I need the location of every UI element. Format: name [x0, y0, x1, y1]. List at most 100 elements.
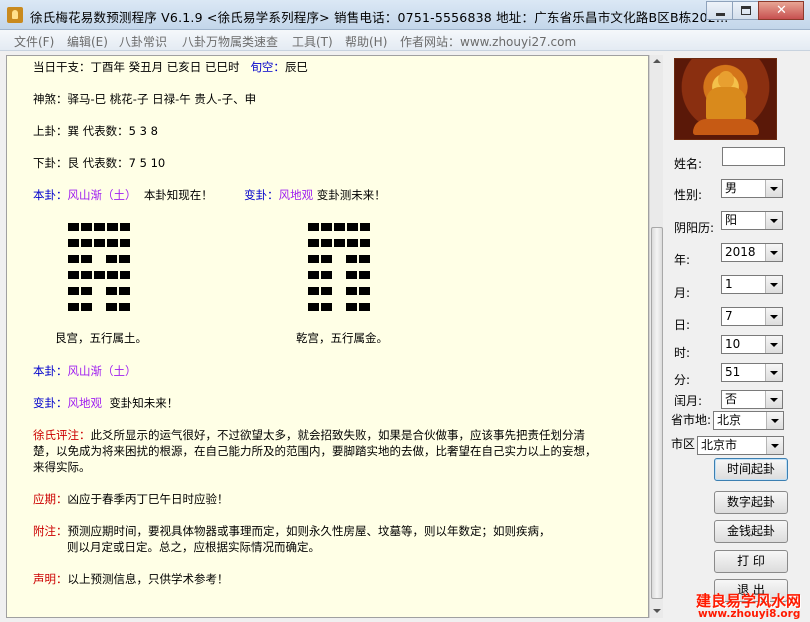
chevron-down-icon[interactable] [765, 212, 782, 229]
yin-segment-right [346, 255, 370, 263]
right-palace: 乾宫，五行属金。 [296, 331, 388, 345]
minimize-button[interactable] [706, 1, 733, 20]
menu-help[interactable]: 帮助(H) [345, 33, 387, 50]
bengua2-line: 本卦：风山渐（土） [33, 363, 137, 379]
gender-label: 性别: [674, 188, 703, 202]
comment-line-1: 徐氏评注：此爻所显示的运气很好，不过欲望太多，就会招致失败，如果是合伙做事，应该… [33, 427, 585, 443]
yin-segment-right [106, 255, 130, 263]
fuzhu-text-1: 预测应期时间，要视具体物器或事理而定，如则永久性房屋、坟墓等，则以年数定；如则疾… [67, 524, 551, 538]
day-select[interactable]: 7 [721, 307, 783, 326]
calendar-label: 阴阳历: [674, 221, 715, 235]
hour-select[interactable]: 10 [721, 335, 783, 354]
bengua-name: 风山渐（土） [67, 188, 137, 202]
lotus-base [693, 119, 759, 135]
shanggua-line: 上卦：巽 代表数：5 3 8 [33, 124, 158, 138]
yang-segment [308, 239, 370, 247]
yang-line [308, 223, 370, 231]
scroll-down-arrow[interactable] [651, 604, 663, 618]
menu-tools[interactable]: 工具(T) [292, 33, 333, 50]
bengua2-name: 风山渐（土） [67, 364, 137, 378]
ganzhi-text: 当日干支：丁酉年 癸丑月 已亥日 已巳时 [33, 60, 240, 74]
biangua-note: 变卦测未来！ [316, 188, 386, 202]
chevron-down-icon[interactable] [766, 412, 783, 429]
chevron-down-icon[interactable] [765, 276, 782, 293]
hour-label: 时: [674, 346, 691, 360]
window-controls: ✕ [706, 1, 804, 20]
yin-line [68, 255, 130, 263]
gua-summary-line: 本卦：风山渐（土） 本卦知现在！ 变卦：风地观 变卦测未来！ [33, 187, 386, 203]
shengming-line: 声明：以上预测信息，只供学术参考！ [33, 571, 229, 587]
yang-line [68, 271, 130, 279]
close-button[interactable]: ✕ [758, 1, 804, 20]
menu-edit[interactable]: 编辑(E) [67, 33, 108, 50]
chevron-down-icon[interactable] [765, 180, 782, 197]
yin-segment-left [68, 255, 92, 263]
biangua-label: 变卦： [244, 188, 279, 202]
watermark-url: www.zhouyi8.org [698, 608, 801, 620]
menu-bagua-knowledge[interactable]: 八卦常识 [119, 33, 167, 50]
maximize-button[interactable] [732, 1, 759, 20]
fuzhu-line-2: 则以月定或日定。总之，应根据实际情况而确定。 [67, 540, 320, 554]
month-label: 月: [674, 286, 691, 300]
chevron-down-icon[interactable] [765, 364, 782, 381]
yin-segment-left [308, 271, 332, 279]
maximize-icon [741, 6, 751, 15]
menu-author-site[interactable]: 作者网站：www.zhouyi27.com [400, 33, 576, 50]
title-bar[interactable]: 徐氏梅花易数预测程序 V6.1.9 <徐氏易学系列程序> 销售电话：0751-5… [0, 0, 810, 30]
input-panel: 姓名: 性别: 男 阴阳历: 阳 年: 2018 月: 1 日: 7 时: 10… [665, 55, 810, 622]
buddha-body [706, 87, 746, 121]
city-label: 市区 [671, 437, 696, 451]
yang-line [68, 223, 130, 231]
biangua2-note: 变卦知未来！ [109, 396, 179, 410]
yin-segment-left [308, 287, 332, 295]
chevron-down-icon[interactable] [765, 308, 782, 325]
yingqi-label: 应期： [33, 492, 68, 506]
menu-bagua-lookup[interactable]: 八卦万物属类速查 [182, 33, 278, 50]
month-value: 1 [725, 277, 733, 291]
scroll-up-arrow[interactable] [651, 55, 663, 69]
chevron-down-icon[interactable] [765, 336, 782, 353]
leap-value: 否 [725, 392, 738, 406]
comment-line-3: 来得实际。 [33, 460, 91, 474]
bengua-hexagram [68, 223, 130, 315]
calendar-select[interactable]: 阳 [721, 211, 783, 230]
window-title: 徐氏梅花易数预测程序 V6.1.9 <徐氏易学系列程序> 销售电话：0751-5… [30, 10, 729, 25]
print-button[interactable]: 打 印 [714, 550, 788, 573]
city-select[interactable]: 北京市 [697, 436, 784, 455]
chevron-down-icon[interactable] [765, 391, 782, 408]
coin-divination-button[interactable]: 金钱起卦 [714, 520, 788, 543]
yin-segment-right [106, 303, 130, 311]
yin-segment-right [346, 287, 370, 295]
year-label: 年: [674, 253, 691, 267]
yingqi-line: 应期：凶应于春季丙丁巳午日时应验！ [33, 491, 229, 507]
result-scrollbar[interactable] [649, 55, 663, 618]
number-divination-button[interactable]: 数字起卦 [714, 491, 788, 514]
biangua-name: 风地观 [278, 188, 314, 202]
name-input[interactable] [722, 147, 785, 166]
yin-segment-right [106, 287, 130, 295]
time-divination-button[interactable]: 时间起卦 [714, 458, 788, 481]
chevron-down-icon[interactable] [765, 244, 782, 261]
leap-select[interactable]: 否 [721, 390, 783, 409]
gender-select[interactable]: 男 [721, 179, 783, 198]
city-value: 北京市 [701, 438, 738, 452]
minute-value: 51 [725, 365, 741, 379]
comment-label: 徐氏评注： [33, 428, 91, 442]
yin-segment-left [308, 255, 332, 263]
shengming-value: 以上预测信息，只供学术参考！ [67, 572, 229, 586]
result-panel[interactable]: 当日干支：丁酉年 癸丑月 已亥日 已巳时 旬空：辰巳 神煞：驿马-巳 桃花-子 … [6, 55, 649, 618]
province-select[interactable]: 北京 [713, 411, 784, 430]
yin-line [68, 287, 130, 295]
bengua-label: 本卦： [33, 188, 68, 202]
chevron-down-icon[interactable] [766, 437, 783, 454]
yang-segment [68, 223, 130, 231]
yin-line [308, 303, 370, 311]
yingqi-value: 凶应于春季丙丁巳午日时应验！ [67, 492, 229, 506]
menu-bar: 文件(F) 编辑(E) 八卦常识 八卦万物属类速查 工具(T) 帮助(H) 作者… [0, 30, 810, 51]
minute-select[interactable]: 51 [721, 363, 783, 382]
month-select[interactable]: 1 [721, 275, 783, 294]
year-select[interactable]: 2018 [721, 243, 783, 262]
scroll-thumb[interactable] [651, 227, 663, 599]
minute-label: 分: [674, 373, 691, 387]
menu-file[interactable]: 文件(F) [14, 33, 54, 50]
